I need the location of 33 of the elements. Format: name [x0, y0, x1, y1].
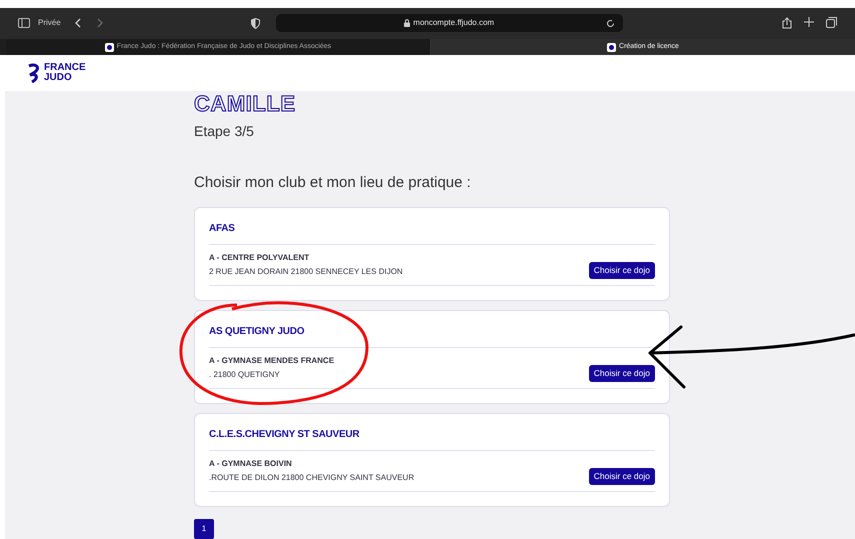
share-icon[interactable]	[782, 17, 792, 30]
venue-name: A - GYMNASE BOIVIN	[209, 458, 293, 470]
choose-dojo-button[interactable]: Choisir ce dojo	[588, 365, 655, 382]
favicon-icon	[607, 42, 616, 52]
private-label: Privée	[38, 17, 61, 30]
page-number-button[interactable]: 1	[194, 519, 214, 539]
shield-icon[interactable]	[250, 18, 260, 29]
section-heading: Choisir mon club et mon lieu de pratique :	[194, 172, 472, 192]
reload-icon[interactable]	[606, 18, 615, 28]
choose-dojo-button[interactable]: Choisir ce dojo	[588, 468, 655, 485]
logo-icon	[27, 62, 41, 83]
club-name: AS QUETIGNY JUDO	[209, 325, 306, 339]
venue-address: . 21800 QUETIGNY	[209, 369, 281, 381]
favicon-icon	[104, 42, 114, 52]
club-name: C.L.E.S.CHEVIGNY ST SAUVEUR	[209, 428, 360, 442]
user-name: CAMILLE	[194, 90, 297, 116]
back-icon[interactable]	[74, 18, 81, 28]
new-tab-icon[interactable]	[804, 17, 814, 28]
forward-icon[interactable]	[96, 18, 103, 28]
step-indicator: Etape 3/5	[194, 122, 255, 141]
venue-address: 2 RUE JEAN DORAIN 21800 SENNECEY LES DIJON	[209, 266, 403, 278]
venue-name: A - GYMNASE MENDES FRANCE	[209, 355, 334, 367]
address-bar[interactable]: moncompte.ffjudo.com	[276, 14, 623, 32]
sidebar-icon[interactable]	[18, 18, 30, 28]
lock-icon	[404, 19, 410, 28]
choose-dojo-button[interactable]: Choisir ce dojo	[588, 262, 655, 279]
logo-text: FRANCE	[44, 62, 86, 73]
venue-name: A - CENTRE POLYVALENT	[209, 252, 310, 264]
venue-address: .ROUTE DE DILON 21800 CHEVIGNY SAINT SAUVEUR	[209, 472, 414, 484]
tabs-overview-icon[interactable]	[826, 17, 837, 28]
logo-text: JUDO	[44, 72, 73, 83]
club-name: AFAS	[209, 222, 236, 236]
url-text: moncompte.ffjudo.com	[413, 17, 494, 30]
